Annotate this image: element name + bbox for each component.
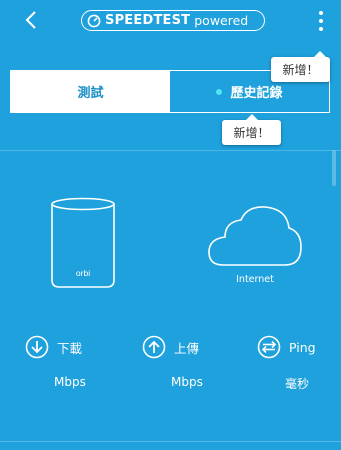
speedtest-logo: SPEEDTEST powered [81,10,265,31]
section-divider [0,150,341,151]
upload-unit: Mbps [171,375,203,389]
ping-arrows-icon [257,335,281,359]
bottom-divider [0,441,341,442]
top-bar: SPEEDTEST powered [0,0,341,44]
speedometer-icon [87,14,101,27]
download-unit: Mbps [54,375,86,389]
ping-label: Ping [289,339,316,355]
tab-history-label: 歷史記錄 [230,86,283,101]
new-feature-tooltip-menu[interactable]: 新增！ [271,51,330,82]
cloud-icon [208,206,302,266]
tab-test-label: 測試 [77,86,104,101]
scroll-indicator [332,150,336,186]
upload-stat: 上傳 [142,335,199,359]
download-arrow-icon [25,335,49,359]
router-brand-text: orbi [76,268,90,278]
tooltip-menu-text: 新增！ [282,63,319,77]
download-label: 下載 [57,340,83,356]
upload-label: 上傳 [174,340,200,356]
chevron-left-icon[interactable] [20,8,44,32]
ping-unit: 毫秒 [285,377,310,391]
brand-name: SPEEDTEST [105,13,191,28]
more-vertical-icon[interactable] [311,9,331,33]
download-stat: 下載 [25,335,82,359]
router-icon: orbi [51,197,115,288]
ping-stat: Ping [257,335,316,359]
tooltip-history-text: 新增！ [233,126,270,140]
new-feature-tooltip-history[interactable]: 新增！ [222,114,281,145]
internet-label: Internet [236,274,274,285]
upload-arrow-icon [142,335,166,359]
tab-test[interactable]: 測試 [11,71,170,112]
brand-suffix: powered [194,13,249,28]
new-indicator-dot [216,88,223,95]
